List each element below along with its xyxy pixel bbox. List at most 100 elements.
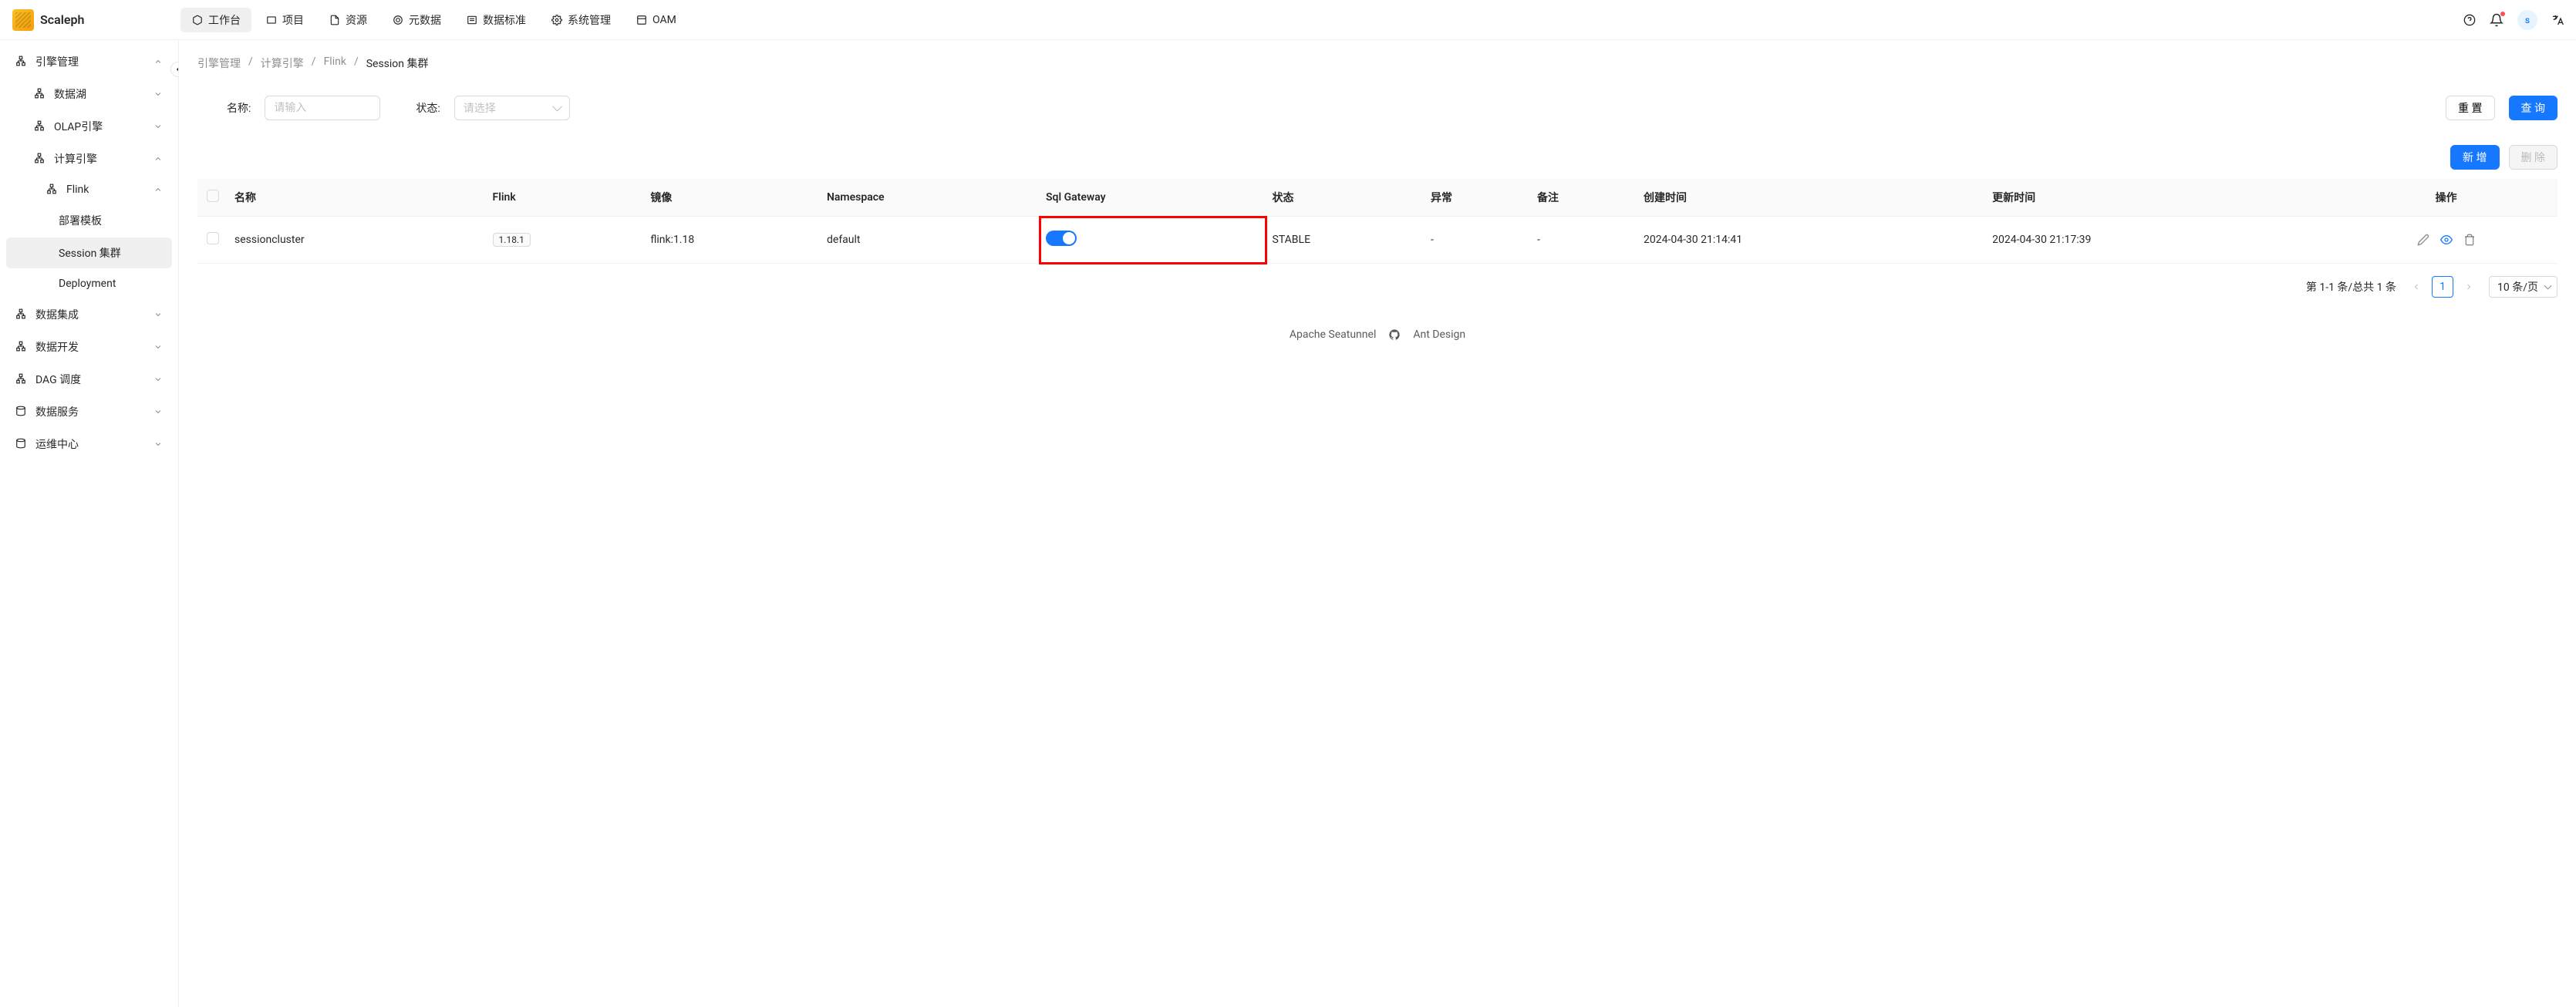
status-label: 状态: <box>416 100 440 116</box>
page-1[interactable]: 1 <box>2432 276 2453 298</box>
col-updated: 更新时间 <box>1986 179 2335 217</box>
chevron-down-icon <box>153 375 163 384</box>
sidebar-engine-mgmt[interactable]: 引擎管理 <box>6 46 172 77</box>
sidebar-deploy-template[interactable]: 部署模板 <box>6 205 172 236</box>
database-icon <box>15 438 28 450</box>
next-page-icon[interactable] <box>2458 276 2480 298</box>
sidebar-compute[interactable]: 计算引擎 <box>6 143 172 174</box>
cell-name: sessioncluster <box>228 217 487 264</box>
col-status: 状态 <box>1266 179 1425 217</box>
nav-label: 数据标准 <box>483 12 526 28</box>
reset-button[interactable]: 重 置 <box>2446 96 2494 120</box>
sitemap-icon <box>15 308 28 321</box>
logo[interactable]: Scaleph <box>12 9 180 31</box>
page-info: 第 1-1 条/总共 1 条 <box>2306 279 2396 295</box>
col-namespace: Namespace <box>821 179 1040 217</box>
view-icon[interactable] <box>2440 234 2453 246</box>
sitemap-icon <box>34 88 46 100</box>
select-all-checkbox[interactable] <box>207 190 219 202</box>
nav-system[interactable]: 系统管理 <box>540 8 622 32</box>
name-input[interactable] <box>265 96 380 120</box>
help-icon[interactable] <box>2463 14 2476 26</box>
sidebar-label: 计算引擎 <box>54 151 153 167</box>
breadcrumb-item[interactable]: 引擎管理 <box>197 56 241 71</box>
sidebar-datalake[interactable]: 数据湖 <box>6 79 172 109</box>
chevron-down-icon <box>153 122 163 131</box>
header-actions: s <box>2463 10 2564 30</box>
top-nav: 工作台 项目 资源 元数据 数据标准 系统管理 OAM <box>180 8 2463 32</box>
add-button[interactable]: 新 增 <box>2450 145 2499 170</box>
nav-metadata[interactable]: 元数据 <box>381 8 452 32</box>
gateway-switch[interactable] <box>1046 231 1077 246</box>
nav-label: 资源 <box>346 12 367 28</box>
edit-icon[interactable] <box>2417 234 2429 246</box>
sidebar-dag[interactable]: DAG 调度 <box>6 364 172 395</box>
sitemap-icon <box>34 120 46 133</box>
collapse-sidebar-icon[interactable] <box>170 62 179 77</box>
app-icon <box>636 14 648 26</box>
sidebar-label: 数据集成 <box>35 307 153 322</box>
search-button[interactable]: 查 询 <box>2509 96 2557 120</box>
action-bar: 新 增 删 除 <box>197 136 2557 179</box>
col-image: 镜像 <box>644 179 821 217</box>
page-size-select[interactable]: 10 条/页 <box>2489 276 2557 298</box>
nav-project[interactable]: 项目 <box>255 8 315 32</box>
flink-version-tag: 1.18.1 <box>493 233 531 247</box>
table-row: sessioncluster 1.18.1 flink:1.18 default… <box>197 217 2557 264</box>
delete-button[interactable]: 删 除 <box>2509 145 2557 170</box>
sidebar-data-service[interactable]: 数据服务 <box>6 396 172 427</box>
nav-resource[interactable]: 资源 <box>318 8 378 32</box>
col-exception: 异常 <box>1425 179 1531 217</box>
breadcrumb-item[interactable]: 计算引擎 <box>261 56 304 71</box>
row-actions <box>2341 234 2551 246</box>
chevron-down-icon <box>153 440 163 449</box>
nav-oam[interactable]: OAM <box>625 8 687 32</box>
sidebar-label: Deployment <box>59 278 163 290</box>
breadcrumb-current: Session 集群 <box>366 56 429 71</box>
nav-label: OAM <box>652 14 676 26</box>
chevron-down-icon <box>153 310 163 319</box>
sidebar-label: Session 集群 <box>59 245 163 261</box>
language-icon[interactable] <box>2551 14 2564 26</box>
sidebar-label: 数据服务 <box>35 404 153 419</box>
sidebar-data-integration[interactable]: 数据集成 <box>6 299 172 330</box>
prev-page-icon[interactable] <box>2406 276 2427 298</box>
sitemap-icon <box>15 341 28 353</box>
footer-seatunnel[interactable]: Apache Seatunnel <box>1290 328 1377 341</box>
sidebar-flink[interactable]: Flink <box>6 176 172 204</box>
name-label: 名称: <box>227 100 251 116</box>
nav-label: 元数据 <box>409 12 441 28</box>
target-icon <box>392 14 404 26</box>
sitemap-icon <box>15 373 28 386</box>
sidebar-session-cluster[interactable]: Session 集群 <box>6 237 172 268</box>
breadcrumb-item[interactable]: Flink <box>324 56 346 71</box>
sidebar-data-dev[interactable]: 数据开发 <box>6 332 172 362</box>
sidebar-olap[interactable]: OLAP引擎 <box>6 111 172 142</box>
sidebar: 引擎管理 数据湖 OLAP引擎 计算引擎 Flink 部署模板 Session … <box>0 40 179 1007</box>
list-icon <box>466 14 478 26</box>
status-select[interactable]: 请选择 <box>454 96 570 120</box>
notification-icon[interactable] <box>2490 13 2504 27</box>
header: Scaleph 工作台 项目 资源 元数据 数据标准 系统管理 OAM <box>0 0 2576 40</box>
row-checkbox[interactable] <box>207 232 219 244</box>
nav-workbench[interactable]: 工作台 <box>180 8 251 32</box>
cell-created: 2024-04-30 21:14:41 <box>1637 217 1986 264</box>
avatar[interactable]: s <box>2517 10 2537 30</box>
chevron-up-icon <box>153 57 163 66</box>
main-content: 引擎管理/ 计算引擎/ Flink/ Session 集群 名称: 状态: 请选… <box>179 40 2576 1007</box>
sidebar-label: Flink <box>66 184 153 196</box>
sidebar-label: 部署模板 <box>59 213 163 228</box>
delete-icon[interactable] <box>2463 234 2476 246</box>
sidebar-deployment[interactable]: Deployment <box>6 270 172 298</box>
sitemap-icon <box>15 56 28 68</box>
chevron-down-icon <box>153 342 163 352</box>
nav-standard[interactable]: 数据标准 <box>455 8 537 32</box>
sidebar-ops[interactable]: 运维中心 <box>6 429 172 460</box>
col-name: 名称 <box>228 179 487 217</box>
github-icon[interactable] <box>1388 328 1401 341</box>
col-actions: 操作 <box>2335 179 2557 217</box>
chevron-up-icon <box>153 185 163 194</box>
footer-antd[interactable]: Ant Design <box>1413 328 1465 341</box>
sidebar-label: 运维中心 <box>35 436 153 452</box>
file-icon <box>329 14 341 26</box>
